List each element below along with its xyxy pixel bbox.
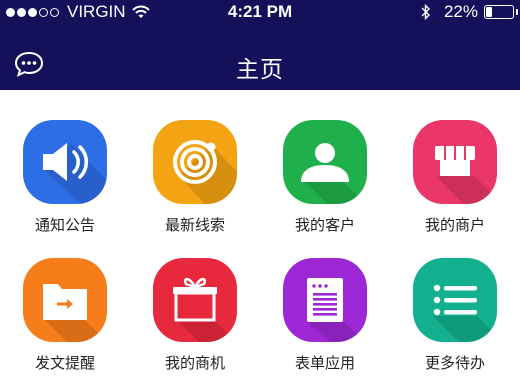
tile-announcements[interactable]: 通知公告 xyxy=(0,90,130,234)
tile-label: 更多待办 xyxy=(424,354,485,372)
tile-label: 表单应用 xyxy=(294,354,355,372)
tile-my-opportunities[interactable]: 我的商机 xyxy=(130,228,260,372)
tile-more-todos[interactable]: 更多待办 xyxy=(390,228,520,372)
tile-label: 发文提醒 xyxy=(34,354,95,372)
app-header: VIRGIN 4:21 PM 22% 主页 xyxy=(0,0,520,90)
battery-icon xyxy=(484,5,518,19)
customer-icon xyxy=(283,120,367,204)
tile-my-customers[interactable]: 我的客户 xyxy=(260,90,390,234)
tile-my-merchants[interactable]: 我的商户 xyxy=(390,90,520,234)
tile-latest-leads[interactable]: 最新线索 xyxy=(130,90,260,234)
target-icon xyxy=(153,120,237,204)
bluetooth-icon xyxy=(421,4,430,20)
speaker-icon xyxy=(23,120,107,204)
status-bar: VIRGIN 4:21 PM 22% xyxy=(0,0,520,24)
tile-form-apps[interactable]: 表单应用 xyxy=(260,228,390,372)
tile-label: 我的商机 xyxy=(164,354,225,372)
navigation-bar: 主页 xyxy=(0,40,520,90)
gift-box-icon xyxy=(153,258,237,342)
storefront-icon xyxy=(413,120,497,204)
feature-grid: 通知公告 最新线索 我的客户 我的商户 发文提醒 我的商机 表单应用 更多待办 xyxy=(0,90,520,390)
folder-send-icon xyxy=(23,258,107,342)
form-icon xyxy=(283,258,367,342)
battery-level-fill xyxy=(486,7,493,17)
todo-list-icon xyxy=(413,258,497,342)
tile-document-reminders[interactable]: 发文提醒 xyxy=(0,228,130,372)
battery-percent: 22% xyxy=(443,2,478,21)
page-title: 主页 xyxy=(236,57,284,83)
